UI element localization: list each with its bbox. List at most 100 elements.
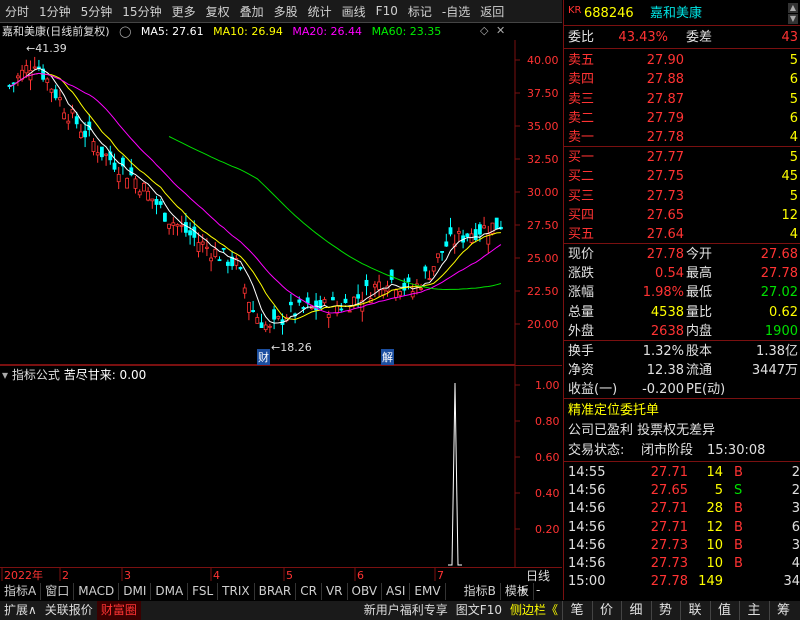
chart-close-icon[interactable]: ✕ xyxy=(496,24,505,37)
panel-tool-button[interactable]: 势 xyxy=(650,601,680,620)
indicator-chart[interactable]: 1.00 0.80 0.60 0.40 0.20 xyxy=(0,365,562,567)
indicator-tabs: 指标A 窗口 MACD DMI DMA FSL TRIX BRAR CR VR OBV ASI EMV 指… xyxy=(0,583,560,600)
company-profit-note: 公司已盈利 投票权无差异 xyxy=(568,423,716,438)
panel-tool-button[interactable]: 值 xyxy=(709,601,739,620)
quote-panel: KR 688246 嘉和美康 ▲ ▼ 委比 43.43% 委差 43 卖五 27.90 5 卖四 27.8… xyxy=(563,0,800,600)
finance-tag[interactable]: 财 xyxy=(257,349,270,365)
sidebar-toggle[interactable]: 侧边栏《 xyxy=(506,601,562,620)
indicator-tab[interactable]: ASI xyxy=(382,583,411,600)
ask-price: 27.88 xyxy=(646,72,684,88)
bid-volume: 4 xyxy=(789,227,798,243)
panel-tool-button[interactable]: 价 xyxy=(591,601,621,620)
panel-tool-button[interactable]: 主 xyxy=(739,601,768,620)
scroll-up-icon[interactable]: ▲ xyxy=(788,3,798,13)
panel-tool-button[interactable]: 联 xyxy=(680,601,709,620)
new-user-benefit-link[interactable]: 新用户福利专享 xyxy=(360,601,452,620)
price-tick-label: 20.00 xyxy=(527,318,559,331)
quote-value: 0.62 xyxy=(769,304,798,320)
tab-remove-button[interactable]: - xyxy=(536,583,540,597)
tick-price: 27.73 xyxy=(650,556,688,571)
tick-time: 14:56 xyxy=(568,537,606,553)
toolbar-item[interactable]: 多股 xyxy=(269,3,303,20)
toolbar-item[interactable]: 标记 xyxy=(403,3,437,20)
indicator-tab[interactable]: TRIX xyxy=(218,583,255,600)
indicator-tab[interactable]: DMI xyxy=(119,583,152,600)
tick-volume: 10 xyxy=(706,537,723,553)
tick-count: 4 xyxy=(791,556,800,571)
toolbar-item[interactable]: 1分钟 xyxy=(34,3,76,20)
expand-button[interactable]: 扩展∧ xyxy=(0,601,41,620)
panel-tool-button[interactable]: 细 xyxy=(621,601,650,620)
tick-time: 15:00 xyxy=(568,574,606,590)
quote-row: 收益(一) -0.200 PE(动) xyxy=(568,380,800,399)
toolbar-item[interactable]: 复权 xyxy=(201,3,235,20)
high-mark-value: 41.39 xyxy=(35,42,67,55)
toolbar-item[interactable]: 返回 xyxy=(475,3,509,20)
low-mark: ←18.26 xyxy=(271,341,312,354)
f10-button[interactable]: 图文F10 xyxy=(452,601,506,620)
bid-row: 买二 27.75 45 xyxy=(568,167,800,186)
indicator-tab[interactable]: 指标A xyxy=(0,583,42,600)
tick-volume: 5 xyxy=(714,483,723,499)
wealth-circle-button[interactable]: 财富圈 xyxy=(96,601,141,620)
bid-price: 27.65 xyxy=(646,207,684,223)
toolbar-item[interactable]: -自选 xyxy=(437,3,475,20)
unlock-tag[interactable]: 解 xyxy=(381,349,394,365)
indicator-tab[interactable]: DMA xyxy=(151,583,189,600)
quote-label: 内盘 xyxy=(686,323,713,339)
tick-time: 14:55 xyxy=(568,465,606,480)
ma60-label: MA60: 23.35 xyxy=(371,25,442,38)
quote-label: 外盘 xyxy=(568,323,595,339)
period-label[interactable]: 日线 xyxy=(526,567,550,584)
ma-toggle-icon[interactable]: ◯ xyxy=(119,25,131,38)
indicator-tab[interactable]: 指标B xyxy=(460,583,501,600)
toolbar-item[interactable]: 叠加 xyxy=(235,3,269,20)
indicator-tab[interactable]: FSL xyxy=(188,583,219,600)
indicator-tab[interactable]: EMV xyxy=(410,583,446,600)
price-tick-label: 40.00 xyxy=(527,54,559,67)
bid-row: 买三 27.73 5 xyxy=(568,187,800,206)
trade-status-time: 15:30:08 xyxy=(707,443,766,458)
panel-tool-button[interactable]: 笔 xyxy=(562,601,591,620)
quote-label: 总量 xyxy=(568,304,595,320)
related-quote-button[interactable]: 关联报价 xyxy=(41,601,97,620)
tick-count: 2 xyxy=(791,465,800,480)
kline-chart[interactable]: 40.00 37.50 35.00 32.50 30.00 27.50 25.00 22.50… xyxy=(0,40,562,365)
toolbar-item[interactable]: 统计 xyxy=(303,3,337,20)
indicator-tick-label: 0.20 xyxy=(535,523,560,536)
date-tick-label: 3 xyxy=(124,569,131,582)
quote-value: -0.200 xyxy=(642,382,684,397)
tick-price: 27.71 xyxy=(650,465,688,480)
bid-volume: 45 xyxy=(781,169,798,185)
indicator-tab[interactable]: CR xyxy=(296,583,322,600)
toolbar-item[interactable]: F10 xyxy=(371,4,403,18)
tab-add-button[interactable]: + xyxy=(518,583,528,597)
ask-label: 卖五 xyxy=(568,53,595,68)
toolbar-item[interactable]: 画线 xyxy=(337,3,371,20)
ask-volume: 4 xyxy=(789,130,798,146)
toolbar-item[interactable]: 15分钟 xyxy=(117,3,166,20)
date-tick-label: 2022年 xyxy=(4,568,43,582)
toolbar-item[interactable]: 分时 xyxy=(0,3,34,20)
quote-value: 1.38亿 xyxy=(756,344,798,359)
panel-tool-button[interactable]: 筹 xyxy=(768,601,798,620)
scroll-down-icon[interactable]: ▼ xyxy=(788,14,798,24)
toolbar-item[interactable]: 更多 xyxy=(167,3,201,20)
indicator-tab[interactable]: OBV xyxy=(348,583,383,600)
tick-volume: 149 xyxy=(698,574,723,590)
indicator-tab[interactable]: 窗口 xyxy=(41,583,75,600)
quote-row: 外盘 2638 内盘 1900 xyxy=(568,322,800,341)
tick-price: 27.65 xyxy=(650,483,688,499)
chart-options-icon[interactable]: ◇ xyxy=(480,24,488,37)
indicator-tab[interactable]: VR xyxy=(322,583,348,600)
market-badge: KR xyxy=(568,5,582,16)
bid-volume: 12 xyxy=(781,207,798,223)
quote-label: 涨跌 xyxy=(568,266,595,282)
indicator-tab[interactable]: BRAR xyxy=(255,583,297,600)
indicator-tab[interactable]: MACD xyxy=(74,583,120,600)
precise-order-title: 精准定位委托单 xyxy=(568,403,660,418)
toolbar-item[interactable]: 5分钟 xyxy=(76,3,118,20)
price-tick-label: 30.00 xyxy=(527,186,559,199)
tick-count: 2 xyxy=(791,483,800,499)
ask-label: 卖一 xyxy=(568,130,595,146)
